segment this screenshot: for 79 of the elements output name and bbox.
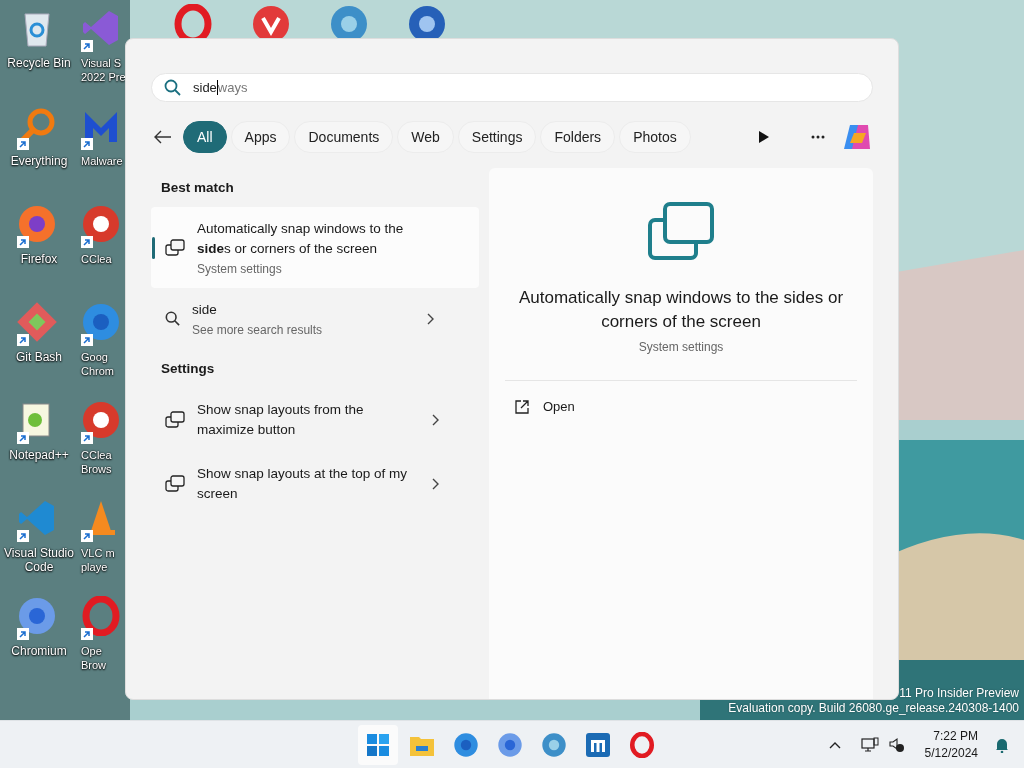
external-link-icon: [515, 399, 529, 414]
clock-time: 7:22 PM: [933, 727, 978, 745]
search-icon: [164, 79, 181, 96]
visual-studio-icon: [81, 8, 121, 48]
selection-indicator: [152, 237, 155, 259]
play-icon: [759, 131, 769, 143]
desktop-icon-label[interactable]: Ope: [81, 644, 102, 658]
copilot-icon: [842, 123, 872, 151]
result-subtitle: See more search results: [192, 323, 324, 337]
filter-tab[interactable]: Documents: [294, 121, 394, 153]
section-heading: Settings: [160, 360, 216, 378]
chromium-icon: [17, 596, 57, 636]
snap-windows-icon: [648, 202, 714, 260]
desktop-icon-label[interactable]: Brow: [81, 658, 107, 672]
watermark-text: Evaluation copy. Build 26080.ge_release.240308-1400: [728, 701, 1019, 716]
filter-tab[interactable]: Folders: [540, 121, 616, 153]
result-title: Show snap layouts at the top of my screen: [197, 465, 409, 503]
result-title: Show snap layouts from the maximize button: [197, 401, 365, 439]
browser-icon: [453, 732, 479, 758]
search-result[interactable]: Show snap layouts from the maximize button: [151, 388, 479, 452]
desktop-icon-label[interactable]: Visual S: [81, 56, 122, 70]
desktop-icon-label[interactable]: Malware: [81, 154, 123, 168]
filter-tab[interactable]: All: [183, 121, 227, 153]
result-title: side: [192, 301, 218, 319]
desktop-icon-label[interactable]: CClea: [81, 448, 112, 462]
result-title: Automatically snap windows to the sides or corners of the screen: [197, 220, 405, 258]
network-icon[interactable]: [860, 736, 879, 753]
chevron-up-icon[interactable]: [828, 740, 841, 749]
section-heading: Best match: [160, 179, 235, 197]
desktop-icon-label[interactable]: Notepad++: [9, 448, 69, 462]
search-result[interactable]: Automatically snap windows to the sides or corners of the screen System settings: [151, 207, 479, 288]
opera-icon: [81, 596, 121, 636]
opera-icon: [629, 732, 655, 758]
filter-tab[interactable]: Photos: [619, 121, 691, 153]
speaker-muted-icon[interactable]: [888, 736, 905, 753]
chevron-right-icon: [426, 312, 434, 325]
open-action[interactable]: Open: [505, 391, 857, 422]
code-editor-icon: [17, 498, 57, 538]
filter-tab[interactable]: Web: [397, 121, 454, 153]
clock[interactable]: 7:22 PM 5/12/2024: [924, 727, 978, 762]
desktop-icon-label[interactable]: Chrom: [81, 364, 114, 378]
desktop-icon-label[interactable]: Recycle Bin: [7, 56, 71, 70]
desktop-icon-label[interactable]: playe: [81, 560, 108, 574]
desktop-icon-label[interactable]: 2022 Pre: [81, 70, 126, 84]
desktop-icon-label[interactable]: CClea: [81, 252, 112, 266]
snap-windows-icon: [165, 411, 185, 429]
folder-icon[interactable]: [410, 734, 434, 756]
search-result[interactable]: side See more search results: [151, 288, 479, 349]
desktop-icon-label[interactable]: Visual Studio: [4, 546, 74, 560]
desktop-icon-label[interactable]: VLC m: [81, 546, 115, 560]
windows-logo-icon[interactable]: [367, 734, 389, 756]
preview-title: Automatically snap windows to the sides or corners of the screen: [517, 287, 845, 333]
more-icon: [811, 135, 825, 139]
filter-tab[interactable]: Apps: [230, 121, 291, 153]
search-result[interactable]: Show snap layouts at the top of my screen: [151, 452, 479, 516]
desktop-icon-label[interactable]: Everything: [10, 154, 68, 168]
browser-icon: [81, 302, 121, 342]
desktop-icon-label[interactable]: Code: [24, 560, 54, 574]
chevron-right-icon: [431, 414, 439, 426]
search-icon: [165, 311, 180, 326]
desktop-icon-label[interactable]: Git Bash: [16, 350, 62, 364]
search-field[interactable]: sideways: [151, 73, 873, 102]
desktop-icon-label[interactable]: Goog: [81, 350, 108, 364]
m-logo-icon[interactable]: [586, 733, 610, 757]
snap-windows-icon: [165, 475, 185, 493]
back-arrow-icon: [154, 130, 172, 144]
bell-icon[interactable]: [994, 736, 1010, 753]
desktop-icon-label[interactable]: Brows: [81, 462, 112, 476]
chromium-icon: [497, 732, 523, 758]
preview-subtitle: System settings: [638, 340, 724, 354]
taskbar-app-button[interactable]: [358, 725, 398, 765]
result-subtitle: System settings: [197, 262, 283, 276]
desktop-icon-label[interactable]: Firefox: [20, 252, 58, 266]
filter-tab[interactable]: Settings: [457, 121, 537, 153]
clock-date: 5/12/2024: [924, 744, 978, 762]
desktop-icon-label[interactable]: Chromium: [11, 644, 67, 658]
snap-windows-icon: [165, 238, 185, 257]
chevron-right-icon: [431, 478, 439, 490]
watermark-text: 11 Pro Insider Preview: [899, 686, 1019, 701]
